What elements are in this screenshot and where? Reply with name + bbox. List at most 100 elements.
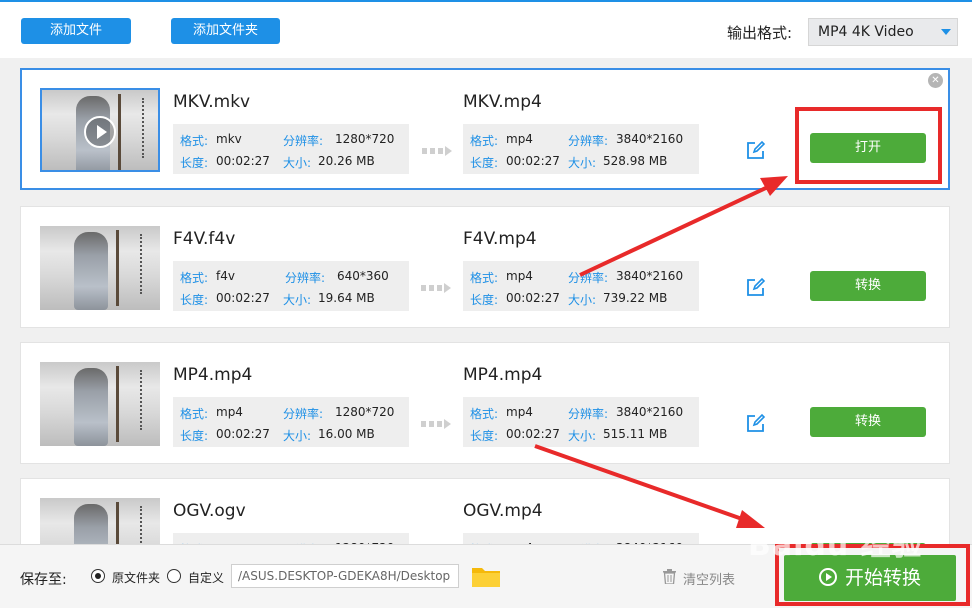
output-duration: 00:02:27 [506, 154, 560, 168]
source-format: f4v [216, 269, 235, 283]
resolution-label: 分辨率: [568, 134, 609, 148]
source-file-name: OGV.ogv [173, 501, 246, 521]
output-duration: 00:02:27 [506, 291, 560, 305]
radio-custom-folder-label: 自定义 [188, 571, 225, 585]
source-info-panel: 格式: mkv 分辨率: 1280*720 长度: 00:02:27 大小: 2… [173, 124, 409, 174]
output-format-select[interactable]: MP4 4K Video [808, 18, 958, 46]
source-resolution: 1280*720 [335, 132, 395, 146]
source-duration: 00:02:27 [216, 291, 270, 305]
file-card[interactable]: MKV.mkv 格式: mkv 分辨率: 1280*720 长度: 00:02:… [20, 68, 950, 190]
format-label: 格式: [180, 134, 209, 148]
output-format: mp4 [506, 132, 533, 146]
output-info-panel: 格式: mp4 分辨率: 3840*2160 长度: 00:02:27 大小: [463, 533, 699, 544]
source-info-panel: 格式: ogv 分辨率: 1280*720 长度: 00:02:27 大小: [173, 533, 409, 544]
resolution-label: 分辨率: [283, 134, 324, 148]
source-file-name: MP4.mp4 [173, 365, 253, 385]
start-convert-label: 开始转换 [844, 567, 921, 589]
source-info-panel: 格式: mp4 分辨率: 1280*720 长度: 00:02:27 大小: 1… [173, 397, 409, 447]
chevron-down-icon [941, 29, 951, 35]
output-info-panel: 格式: mp4 分辨率: 3840*2160 长度: 00:02:27 大小: … [463, 397, 699, 447]
source-size: 20.26 MB [318, 154, 375, 168]
video-thumbnail[interactable] [40, 362, 160, 446]
output-resolution: 3840*2160 [616, 405, 684, 419]
file-card[interactable]: OGV.ogv 格式: ogv 分辨率: 1280*720 长度: 00:02:… [20, 478, 950, 544]
duration-label: 长度: [470, 293, 499, 307]
convert-arrow-icon [421, 419, 451, 429]
output-format: mp4 [506, 269, 533, 283]
close-icon[interactable]: ✕ [928, 73, 943, 88]
file-list: MKV.mkv 格式: mkv 分辨率: 1280*720 长度: 00:02:… [0, 58, 972, 544]
source-format: mkv [216, 132, 242, 146]
bottom-bar: 保存至: 原文件夹 自定义 清空列表 开始转换 [0, 544, 972, 608]
size-label: 大小: [283, 429, 312, 443]
source-resolution: 640*360 [337, 269, 389, 283]
trash-icon [663, 569, 676, 584]
source-file-name: F4V.f4v [173, 229, 236, 249]
output-duration: 00:02:27 [506, 427, 560, 441]
output-size: 515.11 MB [603, 427, 668, 441]
add-file-button[interactable]: 添加文件 [21, 18, 131, 44]
radio-original-folder-label: 原文件夹 [112, 571, 161, 585]
output-resolution: 3840*2160 [616, 269, 684, 283]
output-resolution: 3840*2160 [616, 132, 684, 146]
output-format-label: 输出格式: [727, 24, 793, 42]
output-size: 528.98 MB [603, 154, 668, 168]
output-format-value: MP4 4K Video [818, 24, 914, 40]
format-label: 格式: [470, 134, 499, 148]
start-convert-button[interactable]: 开始转换 [784, 555, 956, 601]
edit-icon[interactable] [746, 140, 766, 160]
format-label: 格式: [180, 407, 209, 421]
add-folder-button[interactable]: 添加文件夹 [171, 18, 280, 44]
size-label: 大小: [568, 429, 597, 443]
radio-custom-folder[interactable] [167, 569, 181, 583]
size-label: 大小: [568, 293, 597, 307]
output-file-name: MKV.mp4 [463, 92, 542, 112]
output-size: 739.22 MB [603, 291, 668, 305]
output-info-panel: 格式: mp4 分辨率: 3840*2160 长度: 00:02:27 大小: … [463, 261, 699, 311]
format-label: 格式: [180, 271, 209, 285]
format-label: 格式: [470, 407, 499, 421]
file-card[interactable]: MP4.mp4 格式: mp4 分辨率: 1280*720 长度: 00:02:… [20, 342, 950, 464]
source-size: 19.64 MB [318, 291, 375, 305]
size-label: 大小: [568, 156, 597, 170]
open-button[interactable]: 打开 [810, 133, 926, 163]
resolution-label: 分辨率: [568, 407, 609, 421]
output-file-name: F4V.mp4 [463, 229, 537, 249]
convert-arrow-icon [422, 146, 452, 156]
resolution-label: 分辨率: [568, 271, 609, 285]
radio-original-folder[interactable] [91, 569, 105, 583]
resolution-label: 分辨率: [283, 407, 324, 421]
folder-icon[interactable] [471, 564, 501, 588]
play-icon[interactable] [84, 116, 116, 148]
save-path-input[interactable] [231, 564, 459, 588]
size-label: 大小: [283, 293, 312, 307]
size-label: 大小: [283, 156, 312, 170]
play-circle-icon [818, 568, 837, 586]
output-info-panel: 格式: mp4 分辨率: 3840*2160 长度: 00:02:27 大小: … [463, 124, 699, 174]
convert-button[interactable]: 转换 [810, 407, 926, 437]
format-label: 格式: [470, 271, 499, 285]
edit-icon[interactable] [746, 413, 766, 433]
source-duration: 00:02:27 [216, 427, 270, 441]
output-format: mp4 [506, 405, 533, 419]
output-file-name: MP4.mp4 [463, 365, 543, 385]
edit-icon[interactable] [746, 277, 766, 297]
video-thumbnail[interactable] [40, 498, 160, 544]
file-card[interactable]: F4V.f4v 格式: f4v 分辨率: 640*360 长度: 00:02:2… [20, 206, 950, 328]
resolution-label: 分辨率: [285, 271, 326, 285]
video-thumbnail[interactable] [40, 88, 160, 172]
duration-label: 长度: [180, 293, 209, 307]
duration-label: 长度: [470, 156, 499, 170]
source-info-panel: 格式: f4v 分辨率: 640*360 长度: 00:02:27 大小: 19… [173, 261, 409, 311]
video-thumbnail[interactable] [40, 226, 160, 310]
source-size: 16.00 MB [318, 427, 375, 441]
save-to-label: 保存至: [20, 572, 67, 588]
duration-label: 长度: [180, 429, 209, 443]
source-file-name: MKV.mkv [173, 92, 251, 112]
convert-arrow-icon [421, 283, 451, 293]
convert-button[interactable]: 转换 [810, 271, 926, 301]
duration-label: 长度: [180, 156, 209, 170]
clear-list-button[interactable]: 清空列表 [683, 569, 735, 588]
toolbar: 添加文件 添加文件夹 输出格式: MP4 4K Video [0, 2, 972, 58]
duration-label: 长度: [470, 429, 499, 443]
